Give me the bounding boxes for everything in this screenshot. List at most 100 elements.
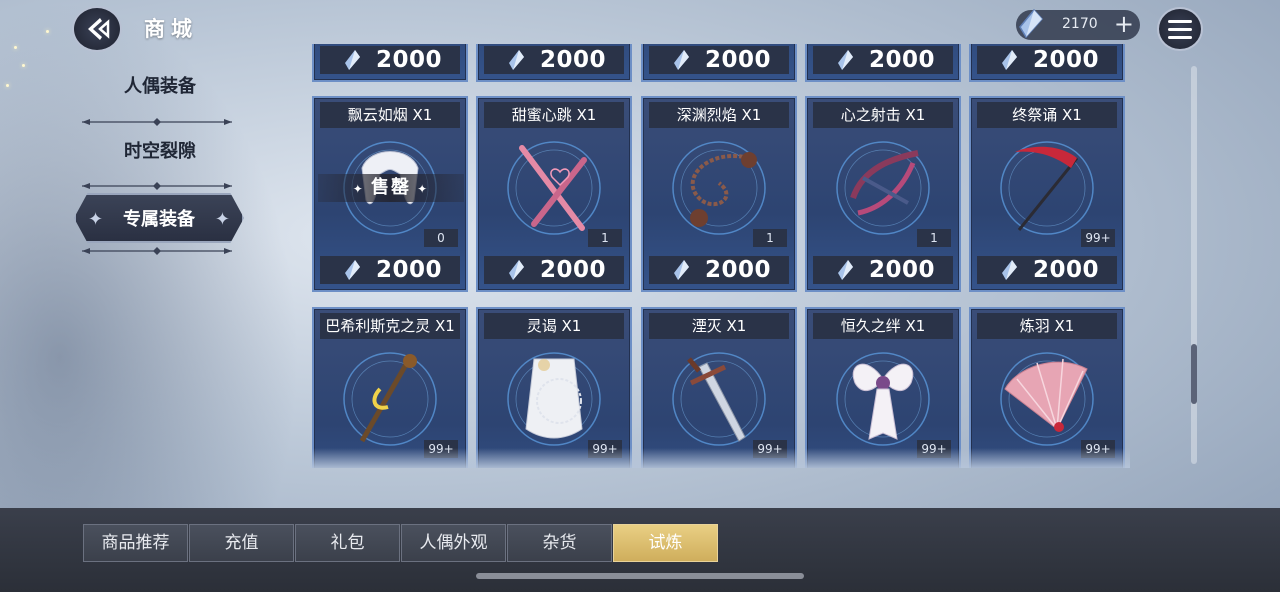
crystal-icon bbox=[509, 50, 524, 70]
serpent-staff-icon bbox=[343, 352, 437, 446]
category-tabs: 商品推荐 充值 礼包 人偶外观 杂货 试炼 bbox=[83, 524, 719, 562]
scythe-icon bbox=[1000, 141, 1094, 235]
price-value: 2000 bbox=[705, 47, 772, 73]
sparkle-decoration bbox=[46, 30, 49, 33]
item-card[interactable]: 终祭诵 X1 99+ 2000 bbox=[969, 96, 1125, 292]
tab-recommended[interactable]: 商品推荐 bbox=[83, 524, 188, 562]
item-name: 湮灭 X1 bbox=[649, 313, 789, 339]
tab-doll-appearance[interactable]: 人偶外观 bbox=[401, 524, 506, 562]
currency-display[interactable]: 2170 + bbox=[1016, 8, 1140, 40]
chain-flail-icon bbox=[672, 141, 766, 235]
sparkle-icon: ✦ bbox=[88, 209, 104, 230]
divider-ornament bbox=[82, 247, 232, 255]
crystal-icon bbox=[1002, 50, 1017, 70]
item-name: 恒久之绊 X1 bbox=[813, 313, 953, 339]
item-card[interactable]: 甜蜜心跳 X1 1 2000 bbox=[476, 96, 632, 292]
item-card[interactable]: 心之射击 X1 1 2000 bbox=[805, 96, 961, 292]
menu-button[interactable] bbox=[1157, 7, 1203, 51]
sidebar-item-doll-equipment[interactable]: 人偶装备 bbox=[80, 67, 240, 107]
price-value: 2000 bbox=[869, 257, 936, 283]
crystal-icon bbox=[345, 50, 360, 70]
price-value: 2000 bbox=[1033, 257, 1100, 283]
item-card[interactable]: 2000 bbox=[312, 44, 468, 82]
bottom-bar: 商品推荐 充值 礼包 人偶外观 杂货 试炼 bbox=[0, 508, 1280, 592]
sparkle-decoration bbox=[14, 46, 17, 49]
crystal-icon bbox=[1002, 260, 1017, 280]
stock-count: 0 bbox=[424, 229, 458, 247]
crystal-icon bbox=[838, 50, 853, 70]
item-card[interactable]: 深渊烈焰 X1 1 2000 bbox=[641, 96, 797, 292]
price-tag: 2000 bbox=[649, 46, 789, 74]
crystal-icon bbox=[1019, 8, 1044, 39]
item-name: 飘云如烟 X1 bbox=[320, 102, 460, 128]
tab-recharge[interactable]: 充值 bbox=[189, 524, 294, 562]
stock-count: 1 bbox=[753, 229, 787, 247]
menu-line bbox=[1168, 27, 1192, 31]
item-card[interactable]: 2000 bbox=[805, 44, 961, 82]
tab-gift-pack[interactable]: 礼包 bbox=[295, 524, 400, 562]
plus-icon[interactable]: + bbox=[1114, 11, 1134, 37]
scrollbar-thumb[interactable] bbox=[1191, 344, 1197, 404]
price-tag: 2000 bbox=[649, 256, 789, 284]
back-arrow-icon bbox=[88, 18, 110, 40]
sword-icon bbox=[672, 352, 766, 446]
item-card[interactable]: 恒久之绊 X1 99+ bbox=[805, 307, 961, 468]
item-card[interactable]: 湮灭 X1 99+ bbox=[641, 307, 797, 468]
lace-dress-icon bbox=[507, 352, 601, 446]
crystal-icon bbox=[674, 260, 689, 280]
price-tag: 2000 bbox=[977, 256, 1117, 284]
item-card[interactable]: 飘云如烟 X1 ✦ 售罄 ✦ 0 2000 bbox=[312, 96, 468, 292]
feather-fan-icon bbox=[1000, 352, 1094, 446]
price-value: 2000 bbox=[1033, 47, 1100, 73]
price-value: 2000 bbox=[376, 47, 443, 73]
price-value: 2000 bbox=[705, 257, 772, 283]
item-name: 灵谒 X1 bbox=[484, 313, 624, 339]
price-tag: 2000 bbox=[320, 256, 460, 284]
stock-count: 1 bbox=[588, 229, 622, 247]
price-value: 2000 bbox=[869, 47, 936, 73]
stock-count: 99+ bbox=[1081, 229, 1115, 247]
crystal-icon bbox=[509, 260, 524, 280]
price-value: 2000 bbox=[540, 47, 607, 73]
stock-count: 1 bbox=[917, 229, 951, 247]
item-card[interactable]: 灵谒 X1 99+ bbox=[476, 307, 632, 468]
item-card[interactable]: 2000 bbox=[641, 44, 797, 82]
sparkle-decoration bbox=[22, 64, 25, 67]
sparkle-icon: ✦ bbox=[214, 209, 230, 230]
price-tag: 2000 bbox=[320, 46, 460, 74]
sold-out-label: 售罄 bbox=[371, 177, 411, 198]
item-name: 深渊烈焰 X1 bbox=[649, 102, 789, 128]
item-name: 甜蜜心跳 X1 bbox=[484, 102, 624, 128]
item-card[interactable]: 2000 bbox=[969, 44, 1125, 82]
page-title: 商城 bbox=[144, 17, 198, 41]
tab-misc[interactable]: 杂货 bbox=[507, 524, 612, 562]
scrollbar-track[interactable] bbox=[1191, 66, 1197, 464]
price-tag: 2000 bbox=[484, 256, 624, 284]
grid-fade bbox=[310, 448, 1130, 468]
home-indicator[interactable] bbox=[476, 573, 804, 579]
tab-trial[interactable]: 试炼 bbox=[613, 524, 718, 562]
item-name: 巴希利斯克之灵 X1 bbox=[320, 313, 460, 339]
price-tag: 2000 bbox=[813, 256, 953, 284]
crystal-icon bbox=[838, 260, 853, 280]
item-name: 心之射击 X1 bbox=[813, 102, 953, 128]
divider-ornament bbox=[82, 182, 232, 190]
sidebar-item-exclusive-equipment[interactable]: ✦ 专属装备 ✦ bbox=[74, 193, 244, 243]
menu-line bbox=[1168, 19, 1192, 23]
item-card[interactable]: 炼羽 X1 99+ bbox=[969, 307, 1125, 468]
item-name: 终祭诵 X1 bbox=[977, 102, 1117, 128]
item-grid[interactable]: 2000 2000 2000 2000 2000 飘云如烟 X1 ✦ 售罄 ✦ … bbox=[310, 44, 1130, 468]
item-card[interactable]: 巴希利斯克之灵 X1 99+ bbox=[312, 307, 468, 468]
sparkle-icon: ✦ bbox=[411, 182, 430, 196]
sidebar-item-space-rift[interactable]: 时空裂隙 bbox=[80, 132, 240, 172]
sidebar-item-label: 专属装备 bbox=[123, 209, 195, 230]
sparkle-icon: ✦ bbox=[352, 182, 371, 196]
crystal-icon bbox=[345, 260, 360, 280]
item-card[interactable]: 2000 bbox=[476, 44, 632, 82]
price-tag: 2000 bbox=[977, 46, 1117, 74]
price-value: 2000 bbox=[540, 257, 607, 283]
price-value: 2000 bbox=[376, 257, 443, 283]
currency-amount: 2170 bbox=[1062, 16, 1098, 32]
crossbow-icon bbox=[836, 141, 930, 235]
back-button[interactable] bbox=[72, 6, 122, 52]
